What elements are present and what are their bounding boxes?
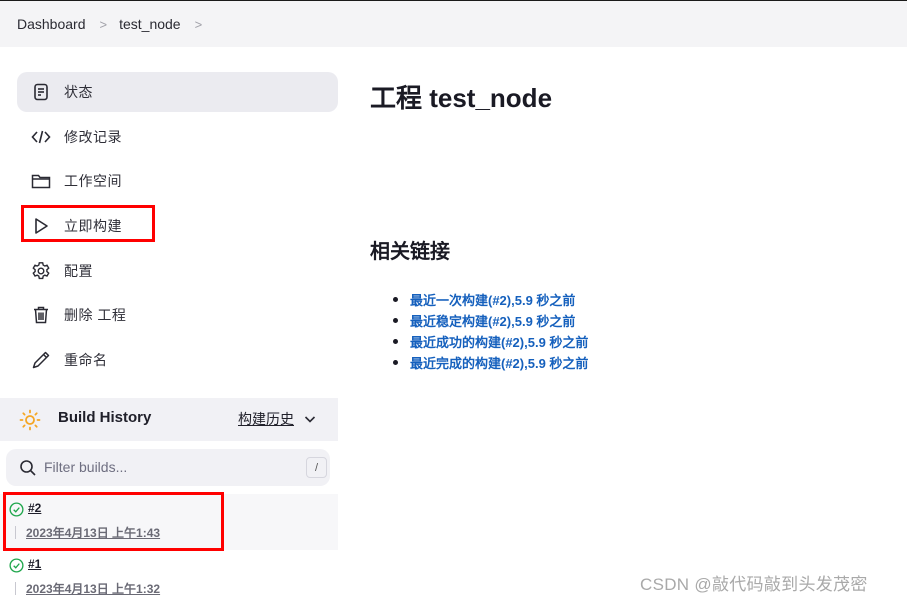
build-date-link[interactable]: 2023年4月13日 上午1:32 bbox=[26, 580, 160, 597]
sidebar-item-configure[interactable]: 配置 bbox=[17, 251, 338, 291]
folder-icon bbox=[31, 171, 51, 191]
chevron-down-icon[interactable] bbox=[302, 411, 318, 427]
filter-builds: / bbox=[6, 449, 330, 486]
sidebar-item-changes[interactable]: 修改记录 bbox=[17, 117, 338, 157]
last-stable-build-link[interactable]: 最近稳定构建(#2),5.9 秒之前 bbox=[410, 314, 575, 329]
sidebar-item-label: 立即构建 bbox=[64, 218, 122, 234]
sidebar-item-delete-project[interactable]: 删除 工程 bbox=[17, 295, 338, 335]
sidebar-item-build-now[interactable]: 立即构建 bbox=[17, 206, 338, 246]
build-date-link[interactable]: 2023年4月13日 上午1:43 bbox=[26, 524, 160, 541]
list-item: 最近一次构建(#2),5.9 秒之前 bbox=[392, 290, 588, 311]
pencil-icon bbox=[31, 350, 51, 370]
document-icon bbox=[31, 82, 51, 102]
sidebar-item-label: 修改记录 bbox=[64, 129, 122, 145]
sidebar-item-label: 删除 工程 bbox=[64, 307, 127, 323]
code-icon bbox=[31, 127, 51, 147]
breadcrumb-dashboard[interactable]: Dashboard bbox=[17, 16, 86, 32]
timeline-bar bbox=[15, 582, 16, 595]
breadcrumb-chevron[interactable]: > bbox=[195, 17, 203, 32]
breadcrumb-test-node[interactable]: test_node bbox=[119, 16, 181, 32]
gear-icon bbox=[31, 261, 51, 281]
build-history-link[interactable]: 构建历史 bbox=[238, 409, 294, 429]
breadcrumb-separator: > bbox=[99, 16, 108, 32]
build-history-title: Build History bbox=[58, 409, 152, 426]
sidebar-item-label: 配置 bbox=[64, 263, 93, 279]
filter-builds-input[interactable] bbox=[44, 455, 284, 479]
search-icon bbox=[20, 460, 36, 476]
trash-icon bbox=[31, 305, 51, 325]
list-item: 最近稳定构建(#2),5.9 秒之前 bbox=[392, 311, 588, 332]
sidebar-item-label: 工作空间 bbox=[64, 173, 122, 189]
build-number-link[interactable]: #1 bbox=[28, 557, 41, 571]
list-item: 最近成功的构建(#2),5.9 秒之前 bbox=[392, 332, 588, 353]
last-completed-build-link[interactable]: 最近完成的构建(#2),5.9 秒之前 bbox=[410, 356, 588, 371]
related-links-list: 最近一次构建(#2),5.9 秒之前 最近稳定构建(#2),5.9 秒之前 最近… bbox=[392, 290, 588, 374]
page-title: 工程 test_node bbox=[370, 83, 553, 113]
build-row[interactable]: #2 2023年4月13日 上午1:43 bbox=[0, 494, 338, 550]
build-number-link[interactable]: #2 bbox=[28, 501, 41, 515]
sidebar-item-rename[interactable]: 重命名 bbox=[17, 340, 338, 380]
sidebar-item-label: 重命名 bbox=[64, 352, 108, 368]
success-check-icon bbox=[9, 502, 24, 517]
sun-icon bbox=[19, 409, 41, 431]
keyboard-shortcut-hint: / bbox=[306, 457, 327, 478]
list-item: 最近完成的构建(#2),5.9 秒之前 bbox=[392, 353, 588, 374]
success-check-icon bbox=[9, 558, 24, 573]
build-history-header: Build History 构建历史 bbox=[0, 398, 338, 441]
timeline-bar bbox=[15, 526, 16, 539]
build-row[interactable]: #1 2023年4月13日 上午1:32 bbox=[0, 550, 338, 599]
last-successful-build-link[interactable]: 最近成功的构建(#2),5.9 秒之前 bbox=[410, 335, 588, 350]
play-icon bbox=[31, 216, 51, 236]
sidebar-item-status[interactable]: 状态 bbox=[17, 72, 338, 112]
related-links-heading: 相关链接 bbox=[370, 241, 450, 263]
watermark: CSDN @敲代码敲到头发茂密 bbox=[640, 575, 868, 594]
sidebar-item-workspace[interactable]: 工作空间 bbox=[17, 161, 338, 201]
last-build-link[interactable]: 最近一次构建(#2),5.9 秒之前 bbox=[410, 293, 575, 308]
breadcrumb: Dashboard > test_node > bbox=[0, 1, 907, 47]
sidebar-item-label: 状态 bbox=[64, 84, 93, 100]
